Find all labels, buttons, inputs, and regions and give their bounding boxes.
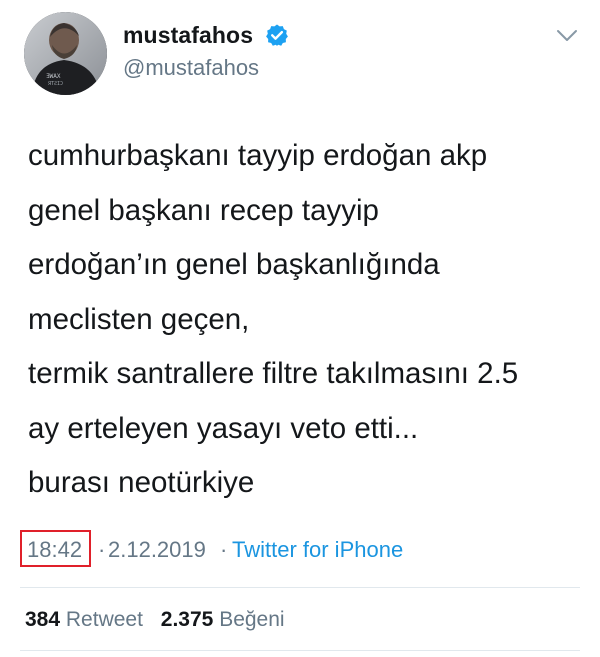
chevron-down-icon[interactable] (555, 28, 579, 44)
meta-separator: · (220, 537, 228, 562)
user-display-name[interactable]: mustafahos (123, 22, 253, 49)
avatar[interactable]: ƎWAX ЯTƧIƆ (24, 12, 107, 95)
retweet-count[interactable]: 384 (25, 608, 60, 631)
tweet-text-line: meclisten geçen, (28, 302, 250, 336)
svg-text:ЯTƧIƆ: ЯTƧIƆ (48, 81, 63, 87)
tweet-stats: 384 Retweet 2.375 Beğeni (25, 608, 285, 632)
tweet-text-line: erdoğan’ın genel başkanlığında (28, 248, 440, 281)
tweet-text-line: genel başkanı recep tayyip (28, 193, 379, 227)
meta-separator: · (98, 537, 106, 562)
divider (20, 587, 580, 588)
retweet-label[interactable]: Retweet (66, 608, 143, 631)
verified-badge-icon (265, 23, 289, 47)
svg-text:ƎWAX: ƎWAX (46, 73, 61, 80)
tweet-time[interactable]: 18:42 (27, 537, 82, 563)
tweet-text-line: termik santrallere filtre takılmasını 2.… (28, 357, 519, 390)
tweet-text-line: burası neotürkiye (28, 466, 255, 499)
user-handle[interactable]: @mustafahos (123, 55, 259, 81)
like-count[interactable]: 2.375 (161, 608, 214, 631)
tweet-date[interactable]: 2.12.2019 (108, 537, 206, 563)
divider (20, 650, 580, 651)
tweet-source-link[interactable]: Twitter for iPhone (232, 537, 403, 563)
tweet-text-line: ay erteleyen yasayı veto etti... (28, 411, 419, 445)
like-label[interactable]: Beğeni (219, 608, 284, 631)
tweet-card: ƎWAX ЯTƧIƆ mustafahos @mustafahos cumhur… (0, 0, 600, 657)
tweet-text-line: cumhurbaşkanı tayyip erdoğan akp (28, 139, 488, 172)
tweet-text: cumhurbaşkanı tayyip erdoğan akp genel b… (28, 129, 588, 511)
